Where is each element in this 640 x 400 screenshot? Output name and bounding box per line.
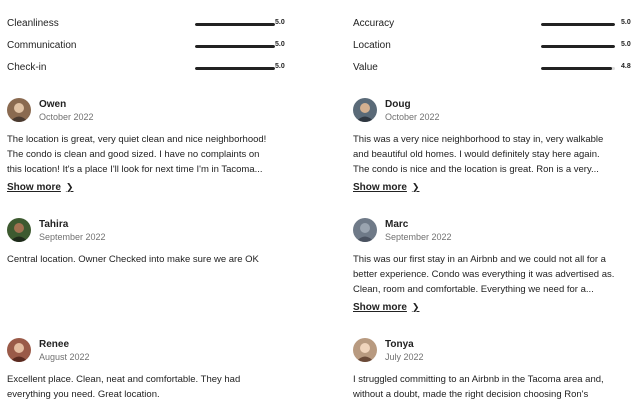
avatar[interactable] <box>353 338 377 362</box>
review-text: This was our first stay in an Airbnb and… <box>353 252 640 297</box>
rating-score: 5.0 <box>275 19 285 26</box>
rating-bar-fill <box>195 67 275 70</box>
rating-label: Cleanliness <box>7 18 59 29</box>
review-text-line: The condo is clean and good sized. I hav… <box>7 149 260 160</box>
review-header: Doug October 2022 <box>353 98 640 128</box>
review-card: Renee August 2022 Excellent place. Clean… <box>7 338 297 400</box>
rating-label: Value <box>353 62 378 73</box>
show-more-button[interactable]: Show more ❯ <box>353 302 419 313</box>
rating-bar-fill <box>541 45 615 48</box>
review-text-line: Excellent place. Clean, neat and comfort… <box>7 374 241 385</box>
rating-score: 5.0 <box>621 41 631 48</box>
review-text: I struggled committing to an Airbnb in t… <box>353 372 640 400</box>
rating-bar <box>541 67 615 70</box>
review-header: Tahira September 2022 <box>7 218 297 248</box>
review-header: Tonya July 2022 <box>353 338 640 368</box>
show-more-button[interactable]: Show more ❯ <box>7 182 73 193</box>
show-more-label: Show more <box>353 302 407 313</box>
rating-label: Accuracy <box>353 18 395 29</box>
review-text-line: This was our first stay in an Airbnb and… <box>353 254 606 265</box>
rating-bar <box>195 67 275 70</box>
review-date: September 2022 <box>385 232 452 242</box>
rating-score: 5.0 <box>275 41 285 48</box>
review-text-line: Central location. Owner Checked into mak… <box>7 254 259 265</box>
review-card: Owen October 2022 The location is great,… <box>7 98 297 195</box>
rating-score: 4.8 <box>621 63 631 70</box>
review-card: Tahira September 2022 Central location. … <box>7 218 297 267</box>
avatar[interactable] <box>7 98 31 122</box>
show-more-button[interactable]: Show more ❯ <box>353 182 419 193</box>
reviewer-name: Marc <box>385 219 409 230</box>
rating-bar-fill <box>195 45 275 48</box>
review-card: Tonya July 2022 I struggled committing t… <box>353 338 640 400</box>
review-text-line: and beautiful old homes. I would definit… <box>353 149 600 160</box>
review-date: September 2022 <box>39 232 106 242</box>
rating-row-location: Location 5.0 <box>353 38 633 54</box>
reviewer-name: Tahira <box>39 219 69 230</box>
reviewer-name: Renee <box>39 339 70 350</box>
review-text-line: Clean, room and comfortable. Everything … <box>353 284 594 295</box>
rating-row-communication: Communication 5.0 <box>7 38 292 54</box>
review-text-line: better experience. Condo was everything … <box>353 269 615 280</box>
review-date: August 2022 <box>39 352 90 362</box>
avatar[interactable] <box>7 338 31 362</box>
show-more-label: Show more <box>7 182 61 193</box>
chevron-right-icon: ❯ <box>411 182 420 192</box>
review-date: July 2022 <box>385 352 424 362</box>
review-text: Excellent place. Clean, neat and comfort… <box>7 372 297 400</box>
review-text: Central location. Owner Checked into mak… <box>7 252 297 267</box>
rating-score: 5.0 <box>621 19 631 26</box>
review-header: Marc September 2022 <box>353 218 640 248</box>
rating-bar-fill <box>195 23 275 26</box>
rating-bar <box>195 45 275 48</box>
rating-score: 5.0 <box>275 63 285 70</box>
reviewer-name: Owen <box>39 99 67 110</box>
review-date: October 2022 <box>39 112 94 122</box>
rating-bar <box>541 45 615 48</box>
review-text-line: The condo is nice and the location is gr… <box>353 164 599 175</box>
avatar[interactable] <box>353 98 377 122</box>
review-text-line: I struggled committing to an Airbnb in t… <box>353 374 604 385</box>
review-text: This was a very nice neighborhood to sta… <box>353 132 640 177</box>
show-more-label: Show more <box>353 182 407 193</box>
rating-bar <box>195 23 275 26</box>
review-text-line: this location! It's a place I'll look fo… <box>7 164 263 175</box>
rating-bar <box>541 23 615 26</box>
review-header: Renee August 2022 <box>7 338 297 368</box>
review-card: Marc September 2022 This was our first s… <box>353 218 640 315</box>
review-header: Owen October 2022 <box>7 98 297 128</box>
review-text-line: without a doubt, made the right decision… <box>353 389 589 400</box>
review-text-line: everything you need. Great location. <box>7 389 160 400</box>
avatar[interactable] <box>353 218 377 242</box>
review-text-line: This was a very nice neighborhood to sta… <box>353 134 604 145</box>
chevron-right-icon: ❯ <box>65 182 74 192</box>
rating-row-value: Value 4.8 <box>353 60 633 76</box>
rating-row-accuracy: Accuracy 5.0 <box>353 16 633 32</box>
rating-row-cleanliness: Cleanliness 5.0 <box>7 16 292 32</box>
chevron-right-icon: ❯ <box>411 302 420 312</box>
reviewer-name: Doug <box>385 99 411 110</box>
avatar[interactable] <box>7 218 31 242</box>
review-date: October 2022 <box>385 112 440 122</box>
review-card: Doug October 2022 This was a very nice n… <box>353 98 640 195</box>
rating-bar-fill <box>541 67 613 70</box>
review-text-line: The location is great, very quiet clean … <box>7 134 267 145</box>
rating-bar-fill <box>541 23 615 26</box>
rating-row-check-in: Check-in 5.0 <box>7 60 292 76</box>
rating-label: Location <box>353 40 391 51</box>
review-text: The location is great, very quiet clean … <box>7 132 297 177</box>
rating-label: Check-in <box>7 62 47 73</box>
reviewer-name: Tonya <box>385 339 414 350</box>
rating-label: Communication <box>7 40 77 51</box>
